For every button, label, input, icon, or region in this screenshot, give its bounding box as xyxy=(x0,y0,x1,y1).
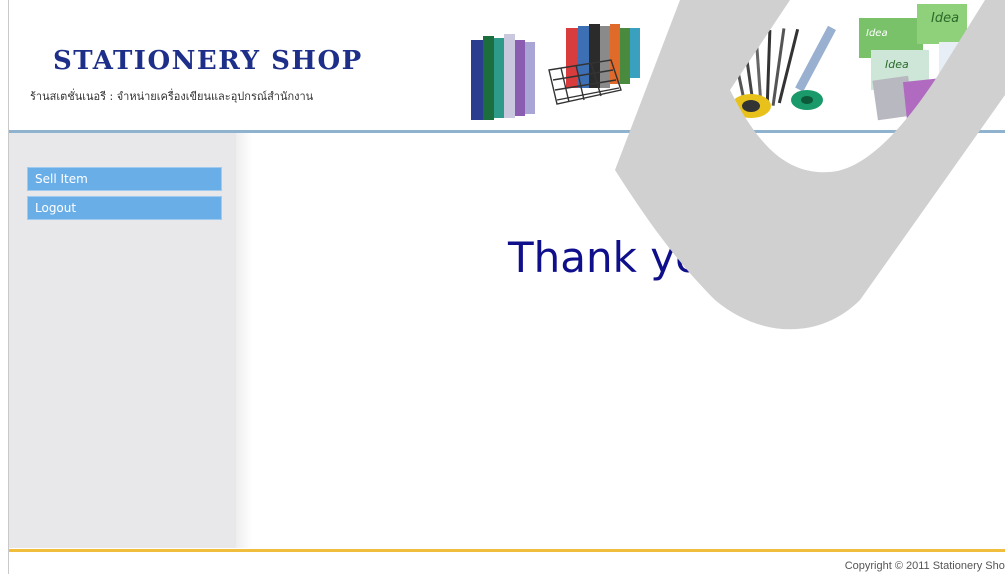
banner-text-idea-1: Idea xyxy=(931,11,959,26)
banner-text-a: A xyxy=(969,81,979,95)
banner-text-idea-3: Idea xyxy=(866,28,888,39)
site-header: STATIONERY SHOP ร้านสเตชั่นเนอรี : จำหน่… xyxy=(9,0,1005,132)
banner-text-idea-2: Idea xyxy=(885,58,909,71)
sidebar-shadow xyxy=(236,133,252,548)
logo-title: STATIONERY SHOP xyxy=(53,46,363,76)
stationery-banner-image: Idea Idea Idea A xyxy=(471,4,991,122)
footer-divider xyxy=(9,549,1005,552)
sidebar: Sell Item Logout xyxy=(9,133,236,548)
logo-subtitle: ร้านสเตชั่นเนอรี : จำหน่ายเครื่องเขียนแล… xyxy=(30,90,314,103)
sidebar-item-logout[interactable]: Logout xyxy=(27,196,222,220)
tape-image xyxy=(731,90,823,118)
thank-you-message: Thank you xyxy=(508,233,728,282)
paper-boxes-image: Idea Idea Idea A xyxy=(859,4,991,122)
copyright-text: Copyright © 2011 Stationery Shop xyxy=(844,560,1005,572)
sidebar-item-sell-item[interactable]: Sell Item xyxy=(27,167,222,191)
